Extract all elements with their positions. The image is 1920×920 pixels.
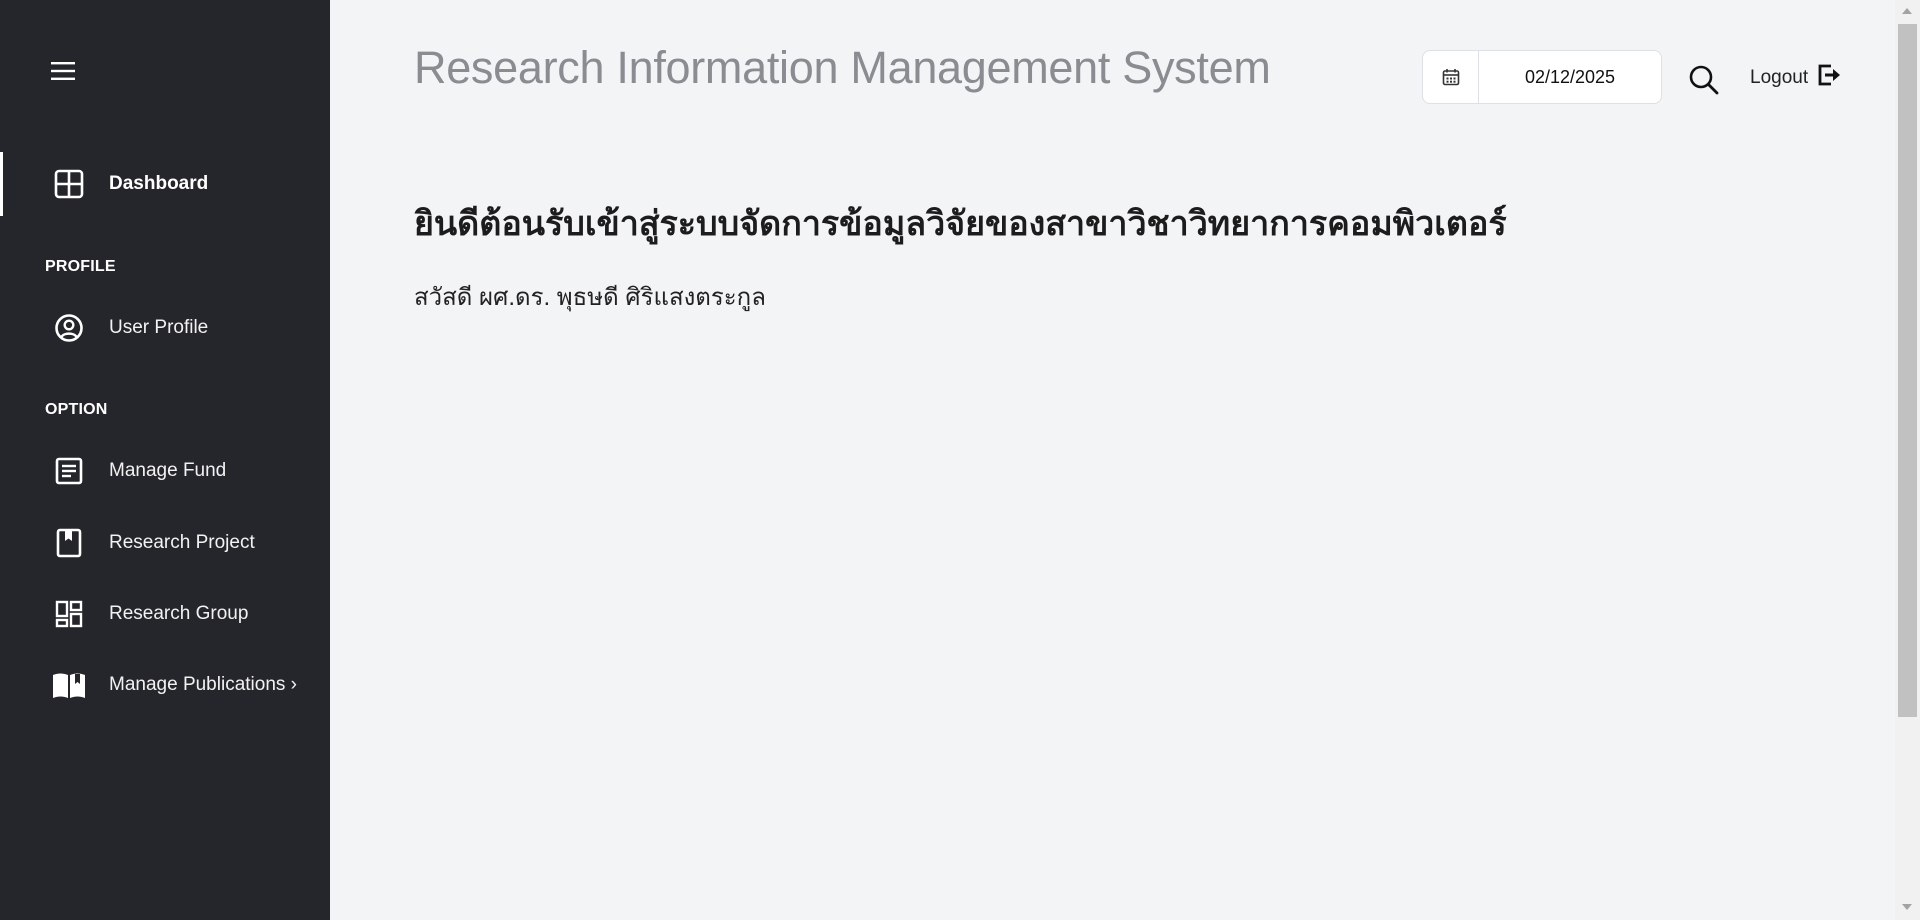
sidebar-item-label: Manage Publications › bbox=[109, 674, 297, 695]
dashboard-grid-icon bbox=[52, 167, 86, 201]
page-title: Research Information Management System bbox=[414, 42, 1271, 93]
main-content: Research Information Management System 0… bbox=[330, 0, 1895, 920]
sidebar-item-dashboard[interactable]: Dashboard bbox=[0, 152, 330, 216]
sidebar-item-manage-publications[interactable]: Manage Publications › bbox=[0, 653, 330, 717]
sidebar-item-label: Dashboard bbox=[109, 173, 209, 194]
sidebar-item-manage-fund[interactable]: Manage Fund bbox=[0, 439, 330, 503]
sidebar-item-research-project[interactable]: Research Project bbox=[0, 511, 330, 575]
vertical-scrollbar[interactable] bbox=[1895, 0, 1920, 920]
section-title-profile: PROFILE bbox=[45, 258, 116, 275]
scrollbar-thumb[interactable] bbox=[1898, 24, 1917, 717]
hamburger-menu-icon[interactable] bbox=[50, 58, 76, 84]
search-icon[interactable] bbox=[1688, 64, 1720, 96]
calendar-icon[interactable] bbox=[1423, 51, 1479, 103]
sidebar-item-research-group[interactable]: Research Group bbox=[0, 582, 330, 646]
scroll-down-arrow-icon[interactable] bbox=[1902, 904, 1912, 910]
greeting-text: สวัสดี ผศ.ดร. พุธษดี ศิริแสงตระกูล bbox=[414, 284, 766, 311]
open-book-icon bbox=[52, 668, 86, 702]
logout-label: Logout bbox=[1750, 66, 1809, 88]
sidebar: Dashboard PROFILE User Profile OPTION Ma… bbox=[0, 0, 330, 920]
sidebar-item-label: Research Project bbox=[109, 532, 255, 553]
document-list-icon bbox=[52, 454, 86, 488]
date-picker[interactable]: 02/12/2025 bbox=[1422, 50, 1662, 104]
sidebar-item-user-profile[interactable]: User Profile bbox=[0, 296, 330, 360]
scroll-up-arrow-icon[interactable] bbox=[1902, 8, 1912, 14]
welcome-heading: ยินดีต้อนรับเข้าสู่ระบบจัดการข้อมูลวิจัย… bbox=[414, 205, 1507, 243]
logout-button[interactable]: Logout bbox=[1750, 62, 1842, 93]
section-title-option: OPTION bbox=[45, 401, 108, 418]
bookmark-book-icon bbox=[52, 526, 86, 560]
logout-icon bbox=[1816, 62, 1842, 93]
group-grid-icon bbox=[52, 597, 86, 631]
sidebar-item-label: Manage Fund bbox=[109, 460, 227, 481]
sidebar-item-label: User Profile bbox=[109, 317, 209, 338]
sidebar-item-label: Research Group bbox=[109, 603, 249, 624]
date-value[interactable]: 02/12/2025 bbox=[1479, 67, 1661, 88]
user-circle-icon bbox=[52, 311, 86, 345]
